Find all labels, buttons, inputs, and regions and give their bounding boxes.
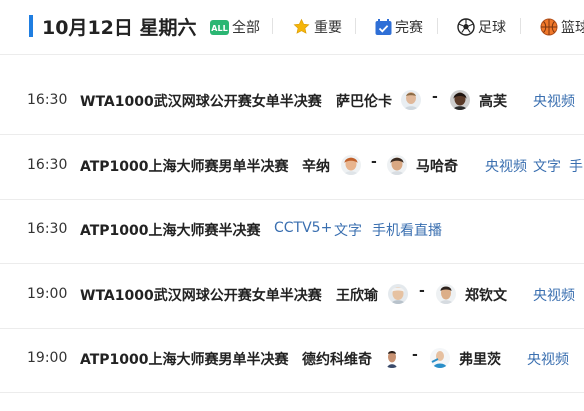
match-time: 16:30 [27, 157, 68, 173]
match-time: 16:30 [27, 92, 68, 108]
link-cctv5plus[interactable]: CCTV5+ [274, 220, 332, 236]
player1-name: 王欣瑜 [336, 288, 378, 304]
filter-football-label: 足球 [478, 20, 506, 36]
schedule-page: 10月12日 星期六 ALL 全部 重要 完赛 足球 篮球 16:30 WTA1… [0, 0, 584, 411]
match-time: 19:00 [27, 286, 68, 302]
match-title: ATP1000上海大师赛半决赛 [80, 223, 261, 239]
filter-all[interactable]: ALL 全部 [210, 17, 260, 37]
link-video[interactable]: 央视频 [533, 285, 575, 305]
filter-football[interactable]: 足球 [457, 17, 506, 37]
player2-name: 高芙 [479, 94, 507, 110]
match-row: 16:30 ATP1000上海大师赛男单半决赛 辛纳 - 马哈奇 央视频 文字 … [0, 135, 584, 200]
filter-all-label: 全部 [232, 20, 260, 36]
player2-avatar [430, 348, 450, 368]
filter-important-label: 重要 [314, 20, 342, 36]
link-text[interactable]: 文字 [334, 220, 362, 240]
filter-finished[interactable]: 完赛 [375, 17, 423, 37]
link-text[interactable]: 文字 [533, 156, 561, 176]
match-time: 16:30 [27, 221, 68, 237]
player1-avatar [341, 155, 361, 175]
player2-avatar [436, 284, 456, 304]
date-title: 10月12日 星期六 [42, 17, 197, 39]
filter-divider [272, 18, 273, 34]
link-mobile-live[interactable]: 手机看直播 [372, 220, 442, 240]
player2-name: 郑钦文 [465, 288, 507, 304]
svg-text:ALL: ALL [211, 24, 227, 33]
player2-avatar [450, 90, 470, 110]
player1-avatar [401, 90, 421, 110]
link-mobile[interactable]: 手 [569, 156, 583, 176]
match-title: ATP1000上海大师赛男单半决赛 [80, 159, 289, 175]
filter-basketball[interactable]: 篮球 [540, 17, 584, 37]
star-icon [292, 18, 311, 36]
filter-divider [355, 18, 356, 34]
filter-important[interactable]: 重要 [292, 17, 342, 37]
player1-name: 萨巴伦卡 [336, 94, 392, 110]
player1-avatar [382, 348, 402, 368]
match-row: 16:30 WTA1000武汉网球公开赛女单半决赛 萨巴伦卡 - 高芙 央视频 [0, 70, 584, 135]
versus-dash: - [412, 347, 418, 363]
versus-dash: - [432, 89, 438, 105]
match-row: 19:00 ATP1000上海大师赛男单半决赛 德约科维奇 - 弗里茨 央视频 [0, 328, 584, 393]
player2-name: 马哈奇 [416, 159, 458, 175]
match-row: 19:00 WTA1000武汉网球公开赛女单半决赛 王欣瑜 - 郑钦文 央视频 [0, 264, 584, 329]
filter-basketball-label: 篮球 [561, 20, 584, 36]
match-time: 19:00 [27, 350, 68, 366]
filter-finished-label: 完赛 [395, 20, 423, 36]
match-title: ATP1000上海大师赛男单半决赛 [80, 352, 289, 368]
checkbox-icon [375, 18, 392, 36]
player2-avatar [387, 155, 407, 175]
versus-dash: - [371, 154, 377, 170]
player1-name: 德约科维奇 [302, 352, 372, 368]
link-video[interactable]: 央视频 [533, 91, 575, 111]
player1-avatar [388, 284, 408, 304]
versus-dash: - [419, 283, 425, 299]
soccer-ball-icon [457, 18, 475, 36]
all-badge-icon: ALL [210, 19, 229, 35]
player1-name: 辛纳 [302, 159, 330, 175]
filter-divider [437, 18, 438, 34]
player2-name: 弗里茨 [459, 352, 501, 368]
match-title: WTA1000武汉网球公开赛女单半决赛 [80, 288, 322, 304]
link-video[interactable]: 央视频 [527, 349, 569, 369]
match-row: 16:30 ATP1000上海大师赛半决赛 CCTV5+ 文字 手机看直播 [0, 199, 584, 264]
filter-divider [520, 18, 521, 34]
basketball-icon [540, 18, 558, 36]
schedule-header: 10月12日 星期六 ALL 全部 重要 完赛 足球 篮球 [0, 0, 584, 55]
link-video[interactable]: 央视频 [485, 156, 527, 176]
match-title: WTA1000武汉网球公开赛女单半决赛 [80, 94, 322, 110]
header-accent-bar [29, 15, 33, 37]
